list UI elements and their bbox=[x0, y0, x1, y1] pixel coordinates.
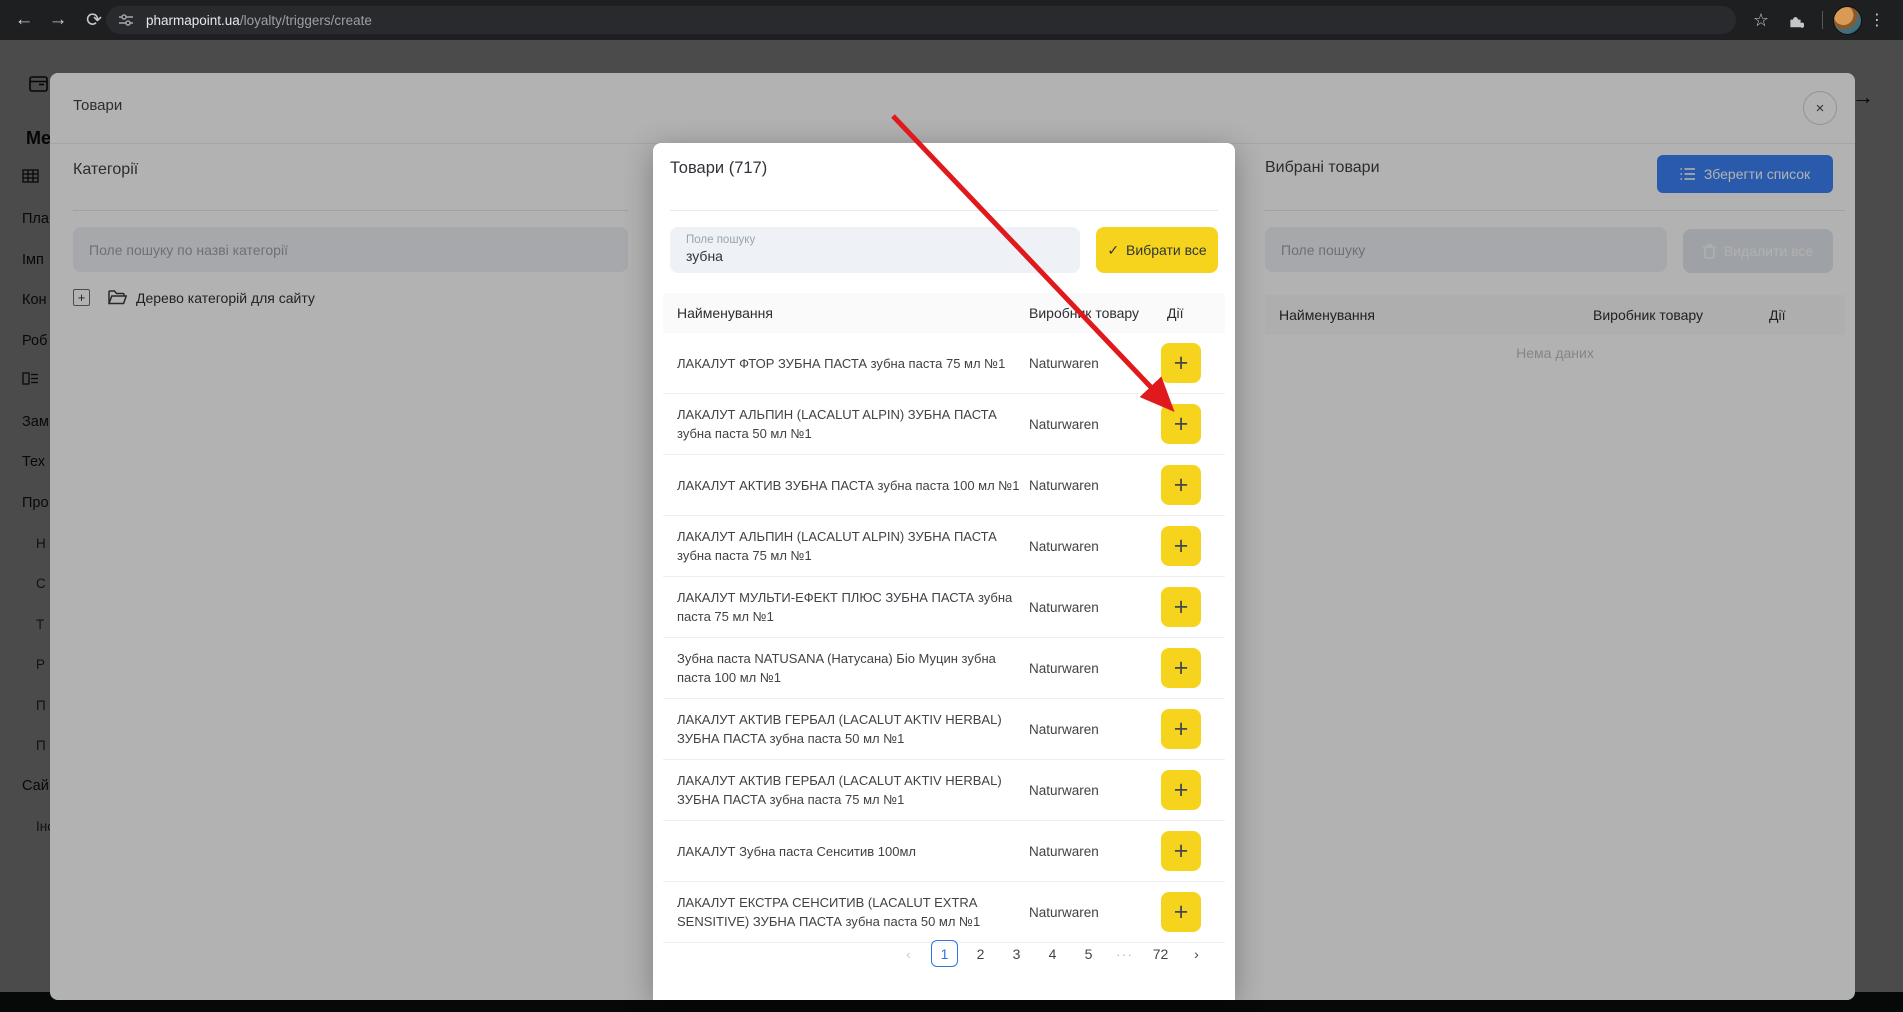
products-col-actions: Дії bbox=[1165, 305, 1183, 321]
product-row: ЛАКАЛУТ МУЛЬТИ-ЕФЕКТ ПЛЮС ЗУБНА ПАСТА зу… bbox=[663, 577, 1225, 638]
url-domain: pharmapoint.ua bbox=[146, 13, 240, 28]
product-row: ЛАКАЛУТ АЛЬПИН (LACALUT ALPIN) ЗУБНА ПАС… bbox=[663, 394, 1225, 455]
products-panel-divider bbox=[670, 210, 1218, 211]
product-row: ЛАКАЛУТ АКТИВ ЗУБНА ПАСТА зубна паста 10… bbox=[663, 455, 1225, 516]
product-manufacturer: Naturwaren bbox=[1025, 600, 1161, 615]
product-row: ЛАКАЛУТ АЛЬПИН (LACALUT ALPIN) ЗУБНА ПАС… bbox=[663, 516, 1225, 577]
select-all-label: Вибрати все bbox=[1126, 242, 1207, 258]
product-row: Зубна паста NATUSANA (Натусана) Біо Муци… bbox=[663, 638, 1225, 699]
products-panel: Товари (717) Поле пошуку зубна ✓ Вибрати… bbox=[653, 143, 1235, 1000]
pagination-page-5[interactable]: 5 bbox=[1075, 940, 1102, 967]
toolbar-separator bbox=[1822, 11, 1823, 29]
browser-toolbar: ← → ⟳ pharmapoint.ua/loyalty/triggers/cr… bbox=[0, 0, 1903, 40]
pagination-page-2[interactable]: 2 bbox=[967, 940, 994, 967]
product-row: ЛАКАЛУТ ЕКСТРА СЕНСИТИВ (LACALUT EXTRA S… bbox=[663, 882, 1225, 943]
product-manufacturer: Naturwaren bbox=[1025, 539, 1161, 554]
pagination-prev[interactable]: ‹ bbox=[895, 940, 922, 967]
add-product-button[interactable]: + bbox=[1161, 648, 1201, 688]
pagination-page-4[interactable]: 4 bbox=[1039, 940, 1066, 967]
pagination-next[interactable]: › bbox=[1183, 940, 1210, 967]
product-manufacturer: Naturwaren bbox=[1025, 905, 1161, 920]
add-product-button[interactable]: + bbox=[1161, 465, 1201, 505]
products-col-manufacturer: Виробник товару bbox=[1025, 305, 1165, 321]
browser-forward-button[interactable]: → bbox=[42, 0, 74, 40]
product-manufacturer: Naturwaren bbox=[1025, 783, 1161, 798]
pagination-page-3[interactable]: 3 bbox=[1003, 940, 1030, 967]
add-product-button[interactable]: + bbox=[1161, 404, 1201, 444]
product-name: ЛАКАЛУТ АКТИВ ГЕРБАЛ (LACALUT AKTIV HERB… bbox=[663, 710, 1025, 748]
url-path: /loyalty/triggers/create bbox=[240, 13, 372, 28]
product-manufacturer: Naturwaren bbox=[1025, 844, 1161, 859]
bookmark-star-icon[interactable]: ☆ bbox=[1744, 0, 1778, 40]
product-row: ЛАКАЛУТ АКТИВ ГЕРБАЛ (LACALUT AKTIV HERB… bbox=[663, 699, 1225, 760]
add-product-button[interactable]: + bbox=[1161, 526, 1201, 566]
pagination-page-72[interactable]: 72 bbox=[1147, 940, 1174, 967]
check-icon: ✓ bbox=[1107, 242, 1119, 259]
browser-menu-kebab-icon[interactable]: ⋮ bbox=[1862, 0, 1892, 40]
profile-avatar[interactable] bbox=[1833, 6, 1862, 35]
product-name: ЛАКАЛУТ ФТОР ЗУБНА ПАСТА зубна паста 75 … bbox=[663, 354, 1025, 373]
add-product-button[interactable]: + bbox=[1161, 709, 1201, 749]
add-product-button[interactable]: + bbox=[1161, 587, 1201, 627]
products-search-label: Поле пошуку bbox=[686, 234, 1080, 246]
product-name: ЛАКАЛУТ Зубна паста Сенситив 100мл bbox=[663, 842, 1025, 861]
product-name: ЛАКАЛУТ МУЛЬТИ-ЕФЕКТ ПЛЮС ЗУБНА ПАСТА зу… bbox=[663, 588, 1025, 626]
pagination-page-1[interactable]: 1 bbox=[931, 940, 958, 967]
product-manufacturer: Naturwaren bbox=[1025, 417, 1161, 432]
product-manufacturer: Naturwaren bbox=[1025, 722, 1161, 737]
add-product-button[interactable]: + bbox=[1161, 831, 1201, 871]
product-row: ЛАКАЛУТ Зубна паста Сенситив 100млNaturw… bbox=[663, 821, 1225, 882]
products-search-value: зубна bbox=[686, 248, 1080, 264]
product-name: Зубна паста NATUSANA (Натусана) Біо Муци… bbox=[663, 649, 1025, 687]
product-manufacturer: Naturwaren bbox=[1025, 356, 1161, 371]
address-bar[interactable]: pharmapoint.ua/loyalty/triggers/create bbox=[106, 6, 1736, 34]
products-panel-title: Товари (717) bbox=[670, 159, 767, 178]
extensions-icon[interactable] bbox=[1778, 12, 1812, 29]
products-table-body: ЛАКАЛУТ ФТОР ЗУБНА ПАСТА зубна паста 75 … bbox=[663, 333, 1225, 943]
add-product-button[interactable]: + bbox=[1161, 892, 1201, 932]
pagination-ellipsis: ··· bbox=[1111, 940, 1138, 967]
product-row: ЛАКАЛУТ ФТОР ЗУБНА ПАСТА зубна паста 75 … bbox=[663, 333, 1225, 394]
browser-back-button[interactable]: ← bbox=[8, 0, 40, 40]
products-col-name: Найменування bbox=[663, 305, 1025, 321]
product-manufacturer: Naturwaren bbox=[1025, 478, 1161, 493]
product-name: ЛАКАЛУТ АКТИВ ЗУБНА ПАСТА зубна паста 10… bbox=[663, 476, 1025, 495]
product-name: ЛАКАЛУТ АЛЬПИН (LACALUT ALPIN) ЗУБНА ПАС… bbox=[663, 405, 1025, 443]
add-product-button[interactable]: + bbox=[1161, 343, 1201, 383]
product-row: ЛАКАЛУТ АКТИВ ГЕРБАЛ (LACALUT AKTIV HERB… bbox=[663, 760, 1225, 821]
add-product-button[interactable]: + bbox=[1161, 770, 1201, 810]
pagination: ‹ 12345 ··· 72 › bbox=[895, 940, 1210, 967]
product-manufacturer: Naturwaren bbox=[1025, 661, 1161, 676]
site-settings-icon[interactable] bbox=[118, 12, 134, 28]
product-name: ЛАКАЛУТ АЛЬПИН (LACALUT ALPIN) ЗУБНА ПАС… bbox=[663, 527, 1025, 565]
products-table-header: Найменування Виробник товару Дії bbox=[663, 293, 1225, 333]
product-name: ЛАКАЛУТ АКТИВ ГЕРБАЛ (LACALUT AKTIV HERB… bbox=[663, 771, 1025, 809]
product-name: ЛАКАЛУТ ЕКСТРА СЕНСИТИВ (LACALUT EXTRA S… bbox=[663, 893, 1025, 931]
products-search-input[interactable]: Поле пошуку зубна bbox=[670, 227, 1080, 273]
select-all-button[interactable]: ✓ Вибрати все bbox=[1096, 227, 1218, 273]
